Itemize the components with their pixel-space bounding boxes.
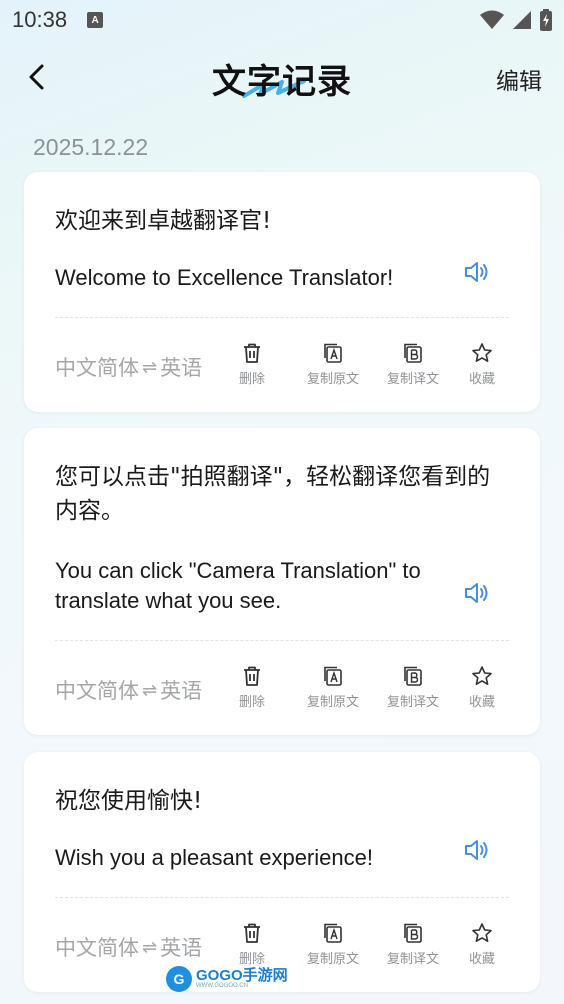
date-label: 2025.12.22 xyxy=(33,134,149,160)
status-time: 10:38 xyxy=(12,7,68,32)
source-language: 中文简体 xyxy=(55,936,139,960)
copy-source-icon xyxy=(324,923,342,943)
copy-source-label: 复制原文 xyxy=(306,695,359,710)
favorite-label: 收藏 xyxy=(468,372,495,387)
trash-icon xyxy=(244,923,260,943)
delete-button[interactable]: 删除 xyxy=(212,665,292,710)
translated-text: Wish you a pleasant experience! xyxy=(55,845,373,870)
copy-source-button[interactable]: 复制原文 xyxy=(293,922,373,967)
edit-button[interactable]: 编辑 xyxy=(496,62,542,96)
record-card: 欢迎来到卓越翻译官! Welcome to Excellence Transla… xyxy=(24,172,540,412)
source-language: 中文简体 xyxy=(55,356,139,380)
star-icon xyxy=(472,923,492,942)
translated-text: You can click "Camera Translation" to tr… xyxy=(55,558,421,613)
card-divider xyxy=(55,897,509,898)
favorite-label: 收藏 xyxy=(468,952,495,967)
record-card: 您可以点击"拍照翻译"，轻松翻译您看到的内容。 You can click "C… xyxy=(24,428,540,735)
translated-text: Welcome to Excellence Translator! xyxy=(55,265,394,290)
copy-source-label: 复制原文 xyxy=(306,372,359,387)
star-icon xyxy=(472,343,492,362)
copy-translation-icon xyxy=(404,923,422,943)
swap-arrows-icon: ⇌ xyxy=(142,679,158,701)
watermark: G GOGO手游网 WWW.GOGOO.CN xyxy=(166,966,288,992)
favorite-button[interactable]: 收藏 xyxy=(442,922,522,967)
source-text: 欢迎来到卓越翻译官! xyxy=(55,208,272,234)
trash-icon xyxy=(244,343,260,363)
copy-source-icon xyxy=(324,666,342,686)
status-bar: 10:38 A xyxy=(0,0,564,40)
delete-label: 删除 xyxy=(238,695,265,710)
copy-translation-label: 复制译文 xyxy=(386,952,439,967)
speaker-icon[interactable] xyxy=(462,836,490,864)
delete-button[interactable]: 删除 xyxy=(212,922,292,967)
copy-translation-label: 复制译文 xyxy=(386,372,439,387)
notification-app-icon: A xyxy=(87,12,104,28)
copy-translation-label: 复制译文 xyxy=(386,695,439,710)
status-icons xyxy=(480,9,552,31)
copy-source-label: 复制原文 xyxy=(306,952,359,967)
copy-translation-button[interactable]: 复制译文 xyxy=(373,342,453,387)
language-pair[interactable]: 中文简体 ⇌ 英语 xyxy=(55,352,202,382)
swap-arrows-icon: ⇌ xyxy=(142,356,158,378)
favorite-label: 收藏 xyxy=(468,695,495,710)
copy-translation-button[interactable]: 复制译文 xyxy=(373,922,453,967)
target-language: 英语 xyxy=(160,679,203,703)
speaker-icon[interactable] xyxy=(462,258,490,286)
delete-label: 删除 xyxy=(238,372,265,387)
language-pair[interactable]: 中文简体 ⇌ 英语 xyxy=(55,932,202,962)
record-card: 祝您使用愉快! Wish you a pleasant experience! … xyxy=(24,752,540,992)
page-title: 文字记录 xyxy=(212,62,352,102)
watermark-text: GOGO手游网 xyxy=(196,967,288,984)
delete-button[interactable]: 删除 xyxy=(212,342,292,387)
header: 文字记录 编辑 xyxy=(0,50,564,106)
language-pair[interactable]: 中文简体 ⇌ 英语 xyxy=(55,675,202,705)
battery-icon xyxy=(540,9,552,31)
card-divider xyxy=(55,640,509,641)
delete-label: 删除 xyxy=(238,952,265,967)
source-language: 中文简体 xyxy=(55,679,139,703)
copy-translation-icon xyxy=(404,343,422,363)
card-divider xyxy=(55,317,509,318)
copy-translation-icon xyxy=(404,666,422,686)
wifi-icon xyxy=(480,10,504,29)
speaker-icon[interactable] xyxy=(462,579,490,607)
source-text: 您可以点击"拍照翻译"，轻松翻译您看到的内容。 xyxy=(55,464,491,524)
favorite-button[interactable]: 收藏 xyxy=(442,342,522,387)
copy-translation-button[interactable]: 复制译文 xyxy=(373,665,453,710)
copy-source-button[interactable]: 复制原文 xyxy=(293,665,373,710)
favorite-button[interactable]: 收藏 xyxy=(442,665,522,710)
copy-source-button[interactable]: 复制原文 xyxy=(293,342,373,387)
signal-icon xyxy=(513,11,531,29)
source-text: 祝您使用愉快! xyxy=(55,788,203,814)
target-language: 英语 xyxy=(160,356,203,380)
star-icon xyxy=(472,666,492,685)
watermark-logo-icon: G xyxy=(166,966,192,992)
swap-arrows-icon: ⇌ xyxy=(142,936,158,958)
copy-source-icon xyxy=(324,343,342,363)
target-language: 英语 xyxy=(160,936,203,960)
trash-icon xyxy=(244,666,260,686)
